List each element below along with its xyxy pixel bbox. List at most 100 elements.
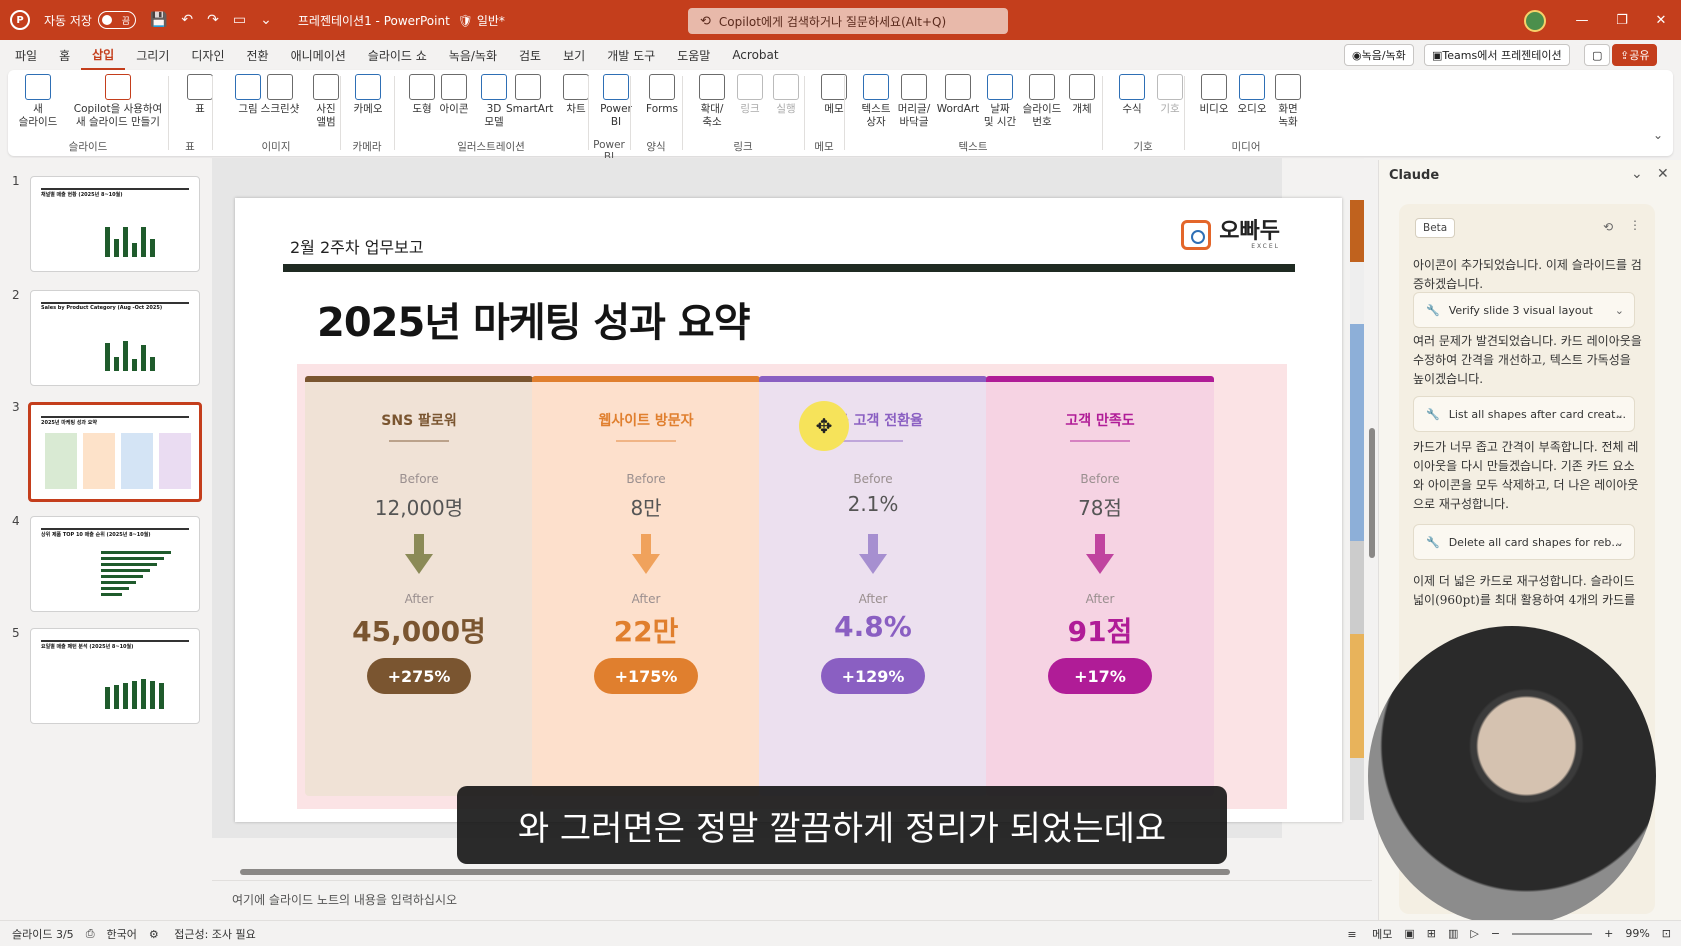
tab-9[interactable]: 검토: [508, 40, 552, 70]
slide-thumbnail-2[interactable]: Sales by Product Category (Aug -Oct 2025…: [30, 290, 200, 386]
thumbnail-bar: [101, 593, 122, 596]
zoom-out-icon[interactable]: −: [1491, 927, 1500, 940]
tab-11[interactable]: 개발 도구: [596, 40, 666, 70]
tool-call-row[interactable]: 🔧 Delete all card shapes for reb... ⌄: [1413, 524, 1635, 560]
after-value: 91점: [1067, 615, 1133, 648]
collapse-icon[interactable]: ⌄: [1631, 166, 1643, 182]
undo-icon[interactable]: ↶: [181, 12, 193, 28]
share-button[interactable]: ⇪ 공유: [1612, 44, 1658, 66]
fit-to-window-icon[interactable]: ⊡: [1662, 927, 1671, 940]
header-rule[interactable]: [283, 264, 1295, 272]
slide-thumbnail-3[interactable]: 2025년 마케팅 성과 요약: [28, 402, 202, 502]
ribbon-item-5[interactable]: 사진 앨범: [304, 74, 348, 129]
zoom-in-icon[interactable]: +: [1604, 927, 1613, 940]
normal-view-icon[interactable]: ▣: [1404, 927, 1414, 940]
ribbon-item-1[interactable]: Copilot을 사용하여 새 슬라이드 만들기: [70, 74, 166, 129]
more-options-icon[interactable]: ⋮: [1629, 218, 1641, 232]
ribbon-separator: [630, 76, 631, 150]
ribbon-item-label: WordArt: [936, 103, 980, 115]
ribbon-item-16-icon: [773, 74, 799, 100]
ribbon-item-13[interactable]: Forms: [640, 74, 684, 116]
brand-logo[interactable]: 오빠두 EXCEL: [1181, 220, 1280, 250]
reading-view-icon[interactable]: ▥: [1448, 927, 1458, 940]
ribbon-item-26-icon: [1201, 74, 1227, 100]
slide-subtitle[interactable]: 2월 2주차 업무보고: [290, 234, 424, 258]
tab-8[interactable]: 녹음/녹화: [438, 40, 508, 70]
quick-access-icon[interactable]: ▭: [233, 12, 246, 28]
comments-button[interactable]: ▢: [1584, 44, 1611, 66]
change-badge: +175%: [594, 658, 698, 694]
tab-12[interactable]: 도움말: [666, 40, 721, 70]
tab-2[interactable]: 삽입: [81, 40, 126, 70]
card-accent-bar: [305, 376, 533, 382]
customize-toolbar-icon[interactable]: ⌄: [260, 12, 272, 28]
ribbon-item-8[interactable]: 아이콘: [432, 74, 476, 116]
minimize-icon[interactable]: —: [1562, 0, 1602, 40]
slideshow-view-icon[interactable]: ▷: [1470, 927, 1478, 940]
ribbon-item-0[interactable]: 새 슬라이드: [16, 74, 60, 129]
sensitivity-label[interactable]: 🛡 일반*: [458, 12, 505, 29]
thumbnail-bar: [101, 551, 171, 554]
ribbon-item-6[interactable]: 카메오: [346, 74, 390, 116]
sorter-view-icon[interactable]: ⊞: [1427, 927, 1436, 940]
autosave-toggle[interactable]: 끔: [97, 11, 136, 29]
ribbon-separator: [394, 76, 395, 150]
zoom-slider[interactable]: [1512, 932, 1593, 935]
ribbon-item-22[interactable]: 슬라이드 번호: [1020, 74, 1064, 129]
slide-thumbnail-1[interactable]: 채널별 매출 현황 (2025년 8~10월): [30, 176, 200, 272]
ribbon-item-23[interactable]: 개체: [1060, 74, 1104, 116]
metric-card[interactable]: 웹사이트 방문자 Before 8만 After 22만 +175%: [532, 376, 760, 796]
save-icon[interactable]: 💾: [150, 12, 167, 28]
slide-title[interactable]: 2025년 마케팅 성과 요약: [317, 290, 751, 348]
tab-7[interactable]: 슬라이드 쇼: [357, 40, 438, 70]
teams-present-button[interactable]: ▣ Teams에서 프레젠테이션: [1424, 44, 1570, 66]
ribbon-item-16[interactable]: 실행: [764, 74, 808, 116]
tab-5[interactable]: 전환: [235, 40, 279, 70]
ribbon-item-17[interactable]: 메모: [812, 74, 856, 116]
ribbon-item-11[interactable]: 차트: [554, 74, 598, 116]
tab-4[interactable]: 디자인: [180, 40, 235, 70]
after-label: After: [1085, 592, 1115, 606]
language-indicator[interactable]: 한국어: [107, 926, 137, 942]
ribbon-item-4[interactable]: 스크린샷: [258, 74, 302, 116]
tab-3[interactable]: 그리기: [125, 40, 180, 70]
close-icon[interactable]: ✕: [1641, 0, 1681, 40]
metric-card[interactable]: SNS 팔로워 Before 12,000명 After 45,000명 +275%: [305, 376, 533, 796]
tab-6[interactable]: 애니메이션: [280, 40, 357, 70]
accessibility-status[interactable]: ⚙ 접근성: 조사 필요: [149, 926, 256, 942]
ribbon-item-12[interactable]: Power BI: [594, 74, 638, 129]
history-icon[interactable]: ⟲: [1603, 220, 1613, 234]
restore-icon[interactable]: ❐: [1602, 0, 1642, 40]
user-avatar[interactable]: [1524, 10, 1546, 32]
metric-card[interactable]: 신규 고객 전환율 Before 2.1% After 4.8% +129%: [759, 376, 987, 796]
ribbon-item-10-icon: [515, 74, 541, 100]
ribbon-item-20[interactable]: WordArt: [936, 74, 980, 116]
ribbon-item-10[interactable]: SmartArt: [506, 74, 553, 116]
ribbon-collapse-icon[interactable]: ⌄: [1653, 128, 1663, 142]
ribbon-item-2[interactable]: 표: [178, 74, 222, 116]
spellcheck-icon[interactable]: ⎙: [86, 927, 95, 941]
slide-thumbnail-5[interactable]: 요일별 매출 패턴 분석 (2025년 8~10월): [30, 628, 200, 724]
ribbon-item-21[interactable]: 날짜 및 시간: [978, 74, 1022, 129]
zoom-level[interactable]: 99%: [1625, 927, 1649, 940]
record-button[interactable]: ◉ 녹음/녹화: [1344, 44, 1414, 66]
ribbon-item-28[interactable]: 화면 녹화: [1266, 74, 1310, 129]
close-pane-icon[interactable]: ✕: [1657, 166, 1669, 182]
horizontal-scrollbar[interactable]: [230, 866, 1360, 878]
tool-call-row[interactable]: 🔧 List all shapes after card creat... ⌄: [1413, 396, 1635, 432]
current-slide[interactable]: 2월 2주차 업무보고 오빠두 EXCEL 2025년 마케팅 성과 요약 SN…: [235, 198, 1342, 822]
ribbon-item-19[interactable]: 머리글/ 바닥글: [892, 74, 936, 129]
metric-card[interactable]: 고객 만족도 Before 78점 After 91점 +17%: [986, 376, 1214, 796]
tab-10[interactable]: 보기: [552, 40, 596, 70]
ribbon-item-25[interactable]: 기호: [1148, 74, 1192, 116]
notes-toggle[interactable]: ≡ 메모: [1347, 926, 1392, 942]
tab-0[interactable]: 파일: [4, 40, 48, 70]
slide-thumbnail-4[interactable]: 상위 제품 TOP 10 매출 순위 (2025년 8~10월): [30, 516, 200, 612]
redo-icon[interactable]: ↷: [207, 12, 219, 28]
search-input[interactable]: ⟲ Copilot에게 검색하거나 질문하세요(Alt+Q): [688, 8, 1008, 34]
tab-1[interactable]: 홈: [48, 40, 81, 70]
tab-13[interactable]: Acrobat: [721, 40, 789, 70]
ribbon-item-21-icon: [987, 74, 1013, 100]
notes-pane[interactable]: 여기에 슬라이드 노트의 내용을 입력하십시오: [212, 880, 1372, 920]
tool-call-row[interactable]: 🔧 Verify slide 3 visual layout ⌄: [1413, 292, 1635, 328]
